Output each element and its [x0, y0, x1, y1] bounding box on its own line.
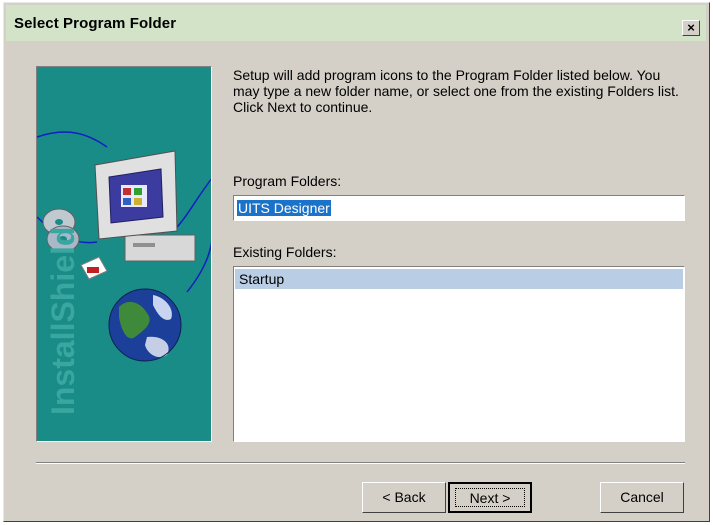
back-button-label: < Back: [382, 489, 426, 505]
close-button[interactable]: ×: [682, 20, 700, 36]
program-folder-input[interactable]: UITS Designer: [233, 195, 685, 221]
installshield-brand-text: InstallShield: [45, 226, 81, 415]
program-folder-label: Program Folders:: [233, 173, 342, 189]
next-button[interactable]: Next >: [448, 482, 532, 513]
separator-line: [36, 462, 685, 464]
title-bar[interactable]: Select Program Folder ×: [6, 5, 706, 41]
focus-rect: [455, 488, 525, 507]
instructions-text: Setup will add program icons to the Prog…: [233, 67, 679, 115]
back-button[interactable]: < Back: [362, 482, 446, 513]
earth-globe-icon: [108, 288, 182, 362]
existing-folders-listbox[interactable]: Startup: [233, 266, 685, 442]
cancel-button[interactable]: Cancel: [600, 482, 684, 513]
list-item-startup[interactable]: Startup: [235, 269, 683, 289]
existing-folders-label: Existing Folders:: [233, 244, 337, 260]
computer-icon: [94, 150, 196, 262]
dialog-title: Select Program Folder: [14, 15, 177, 32]
installshield-side-image: InstallShield: [36, 66, 212, 442]
program-folder-value: UITS Designer: [237, 200, 331, 216]
cancel-button-label: Cancel: [620, 489, 664, 505]
